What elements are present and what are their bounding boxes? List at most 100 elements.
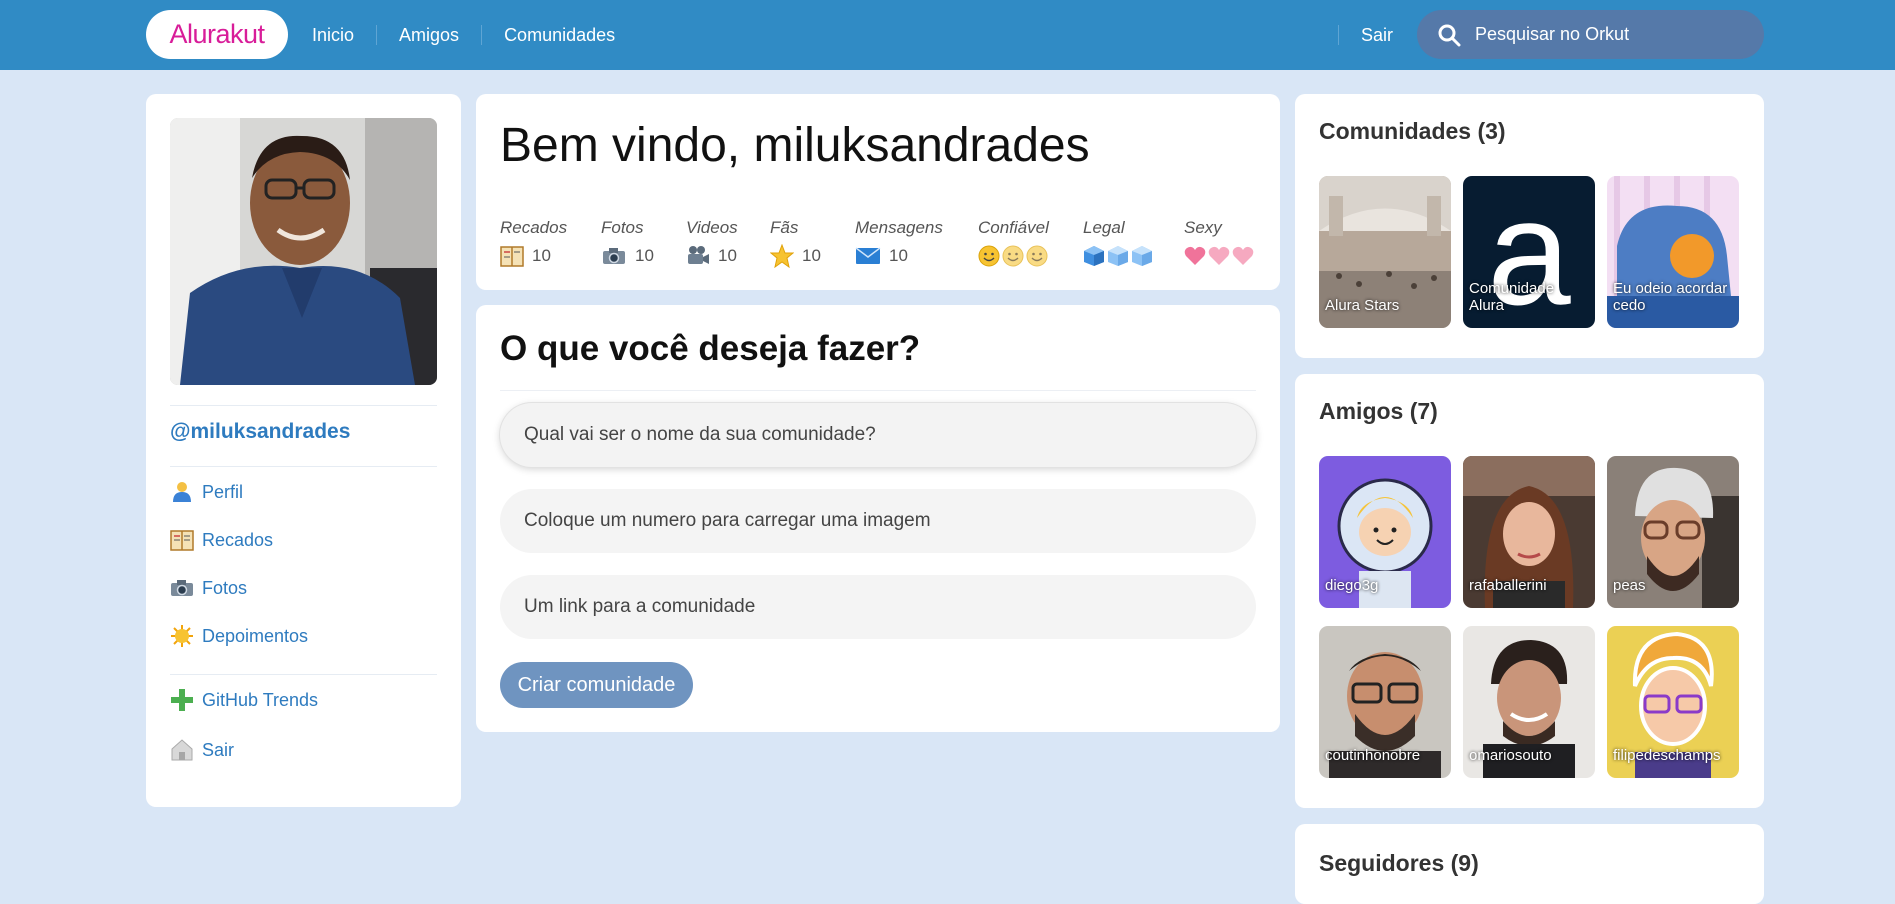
- stat-label: Legal: [1083, 218, 1125, 237]
- search-icon: [1438, 24, 1461, 46]
- divider: [500, 390, 1256, 391]
- camera-icon: [170, 576, 194, 600]
- profile-sidebar: @miluksandrades Perfil Recados Fotos Dep…: [146, 94, 461, 807]
- community-card[interactable]: Alura Stars: [1319, 176, 1451, 328]
- communities-box: Comunidades (3) Alura Stars a Comunidade…: [1295, 94, 1764, 358]
- form-title: O que você deseja fazer?: [500, 329, 921, 368]
- divider: [170, 466, 437, 467]
- stat-sexy: Sexy: [1184, 218, 1264, 270]
- community-link-input[interactable]: [500, 575, 1256, 639]
- book-icon: [500, 246, 524, 267]
- welcome-box: Bem vindo, miluksandrades Recados 10 Fot…: [476, 94, 1280, 290]
- community-name-input[interactable]: [500, 403, 1256, 467]
- menu-item-perfil[interactable]: Perfil: [170, 468, 308, 516]
- smiley-icon: [978, 245, 1000, 267]
- communities-title: Comunidades (3): [1319, 118, 1506, 144]
- stat-videos: Videos 10: [686, 218, 770, 270]
- menu-label-github-trends: GitHub Trends: [202, 689, 319, 710]
- menu-item-recados[interactable]: Recados: [170, 516, 308, 564]
- stat-label: Fotos: [601, 218, 644, 237]
- logout-nav: Sair: [1338, 0, 1415, 70]
- menu-item-fotos[interactable]: Fotos: [170, 564, 308, 612]
- stat-fotos: Fotos 10: [601, 218, 686, 270]
- stat-mensagens: Mensagens 10: [855, 218, 978, 270]
- stat-value: 10: [635, 246, 654, 265]
- smiley-icon: [1026, 245, 1048, 267]
- menu-item-github-trends[interactable]: GitHub Trends: [170, 674, 318, 726]
- friend-name: rafaballerini: [1469, 577, 1547, 594]
- friends-grid: diego3g rafaballerini peas coutinhonobre…: [1319, 456, 1739, 778]
- stat-confiavel: Confiável: [978, 218, 1083, 270]
- camera-icon: [603, 248, 625, 264]
- stat-recados: Recados 10: [500, 218, 601, 270]
- menu-item-sair[interactable]: Sair: [170, 726, 318, 774]
- logout-icon: [170, 738, 194, 762]
- stat-fas: Fãs 10: [770, 218, 855, 270]
- video-camera-icon: [688, 246, 709, 264]
- friend-name: omariosouto: [1469, 747, 1552, 764]
- profile-username[interactable]: @miluksandrades: [170, 420, 350, 444]
- ice-cube-icon: [1084, 246, 1104, 266]
- nav-comunidades[interactable]: Comunidades: [481, 25, 637, 45]
- search-input[interactable]: [1475, 24, 1735, 45]
- profile-avatar[interactable]: [170, 118, 437, 385]
- top-navbar: Alurakut Inicio Amigos Comunidades Sair: [0, 0, 1895, 70]
- community-card[interactable]: a Comunidade Alura: [1463, 176, 1595, 328]
- search-bar[interactable]: [1417, 10, 1764, 59]
- book-icon: [170, 528, 194, 552]
- stat-value: 10: [718, 246, 737, 265]
- profile-stats: Recados 10 Fotos 10 Videos 10 Fãs 10 Men…: [500, 218, 1264, 270]
- menu-label-sair: Sair: [202, 739, 235, 760]
- star-icon: [770, 244, 794, 268]
- smiley-icon: [1002, 245, 1024, 267]
- ice-cube-icon: [1132, 246, 1152, 266]
- nav-sair[interactable]: Sair: [1338, 25, 1415, 45]
- friend-card[interactable]: diego3g: [1319, 456, 1451, 608]
- friend-card[interactable]: omariosouto: [1463, 626, 1595, 778]
- menu-item-depoimentos[interactable]: Depoimentos: [170, 612, 308, 660]
- ice-cube-icon: [1108, 246, 1128, 266]
- community-name: Alura Stars: [1325, 297, 1400, 314]
- menu-label-depoimentos: Depoimentos: [202, 625, 309, 646]
- create-community-button[interactable]: Criar comunidade: [500, 662, 693, 708]
- heart-icon: [1208, 246, 1230, 265]
- alurakut-logo[interactable]: Alurakut: [146, 10, 288, 59]
- envelope-icon: [855, 247, 881, 264]
- friend-name: filipedeschamps: [1613, 747, 1721, 764]
- community-name: Eu odeio acordar cedo: [1613, 280, 1728, 314]
- heart-rating: [1184, 242, 1264, 270]
- smiley-rating: [978, 242, 1083, 270]
- stat-label: Fãs: [770, 218, 799, 237]
- friends-box: Amigos (7) diego3g rafaballerini peas co…: [1295, 374, 1764, 808]
- followers-box: Seguidores (9): [1295, 824, 1764, 904]
- nav-amigos[interactable]: Amigos: [376, 25, 481, 45]
- main-nav: Inicio Amigos Comunidades: [312, 0, 637, 70]
- friend-name: coutinhonobre: [1325, 747, 1421, 764]
- image-number-input[interactable]: [500, 489, 1256, 553]
- menu-label-perfil: Perfil: [202, 481, 244, 502]
- stat-value: 10: [802, 246, 821, 265]
- logo-text: Alurakut: [169, 19, 265, 49]
- friend-card[interactable]: coutinhonobre: [1319, 626, 1451, 778]
- ice-cube-rating: [1083, 242, 1184, 270]
- heart-icon: [1184, 246, 1206, 265]
- welcome-title: Bem vindo, miluksandrades: [500, 119, 1090, 172]
- stat-legal: Legal: [1083, 218, 1184, 270]
- stat-label: Confiável: [978, 218, 1049, 237]
- friend-card[interactable]: peas: [1607, 456, 1739, 608]
- friend-card[interactable]: filipedeschamps: [1607, 626, 1739, 778]
- user-icon: [170, 480, 194, 504]
- sun-icon: [170, 624, 194, 648]
- stat-label: Sexy: [1184, 218, 1222, 237]
- community-card[interactable]: Eu odeio acordar cedo: [1607, 176, 1739, 328]
- plus-icon: [170, 688, 194, 712]
- friend-card[interactable]: rafaballerini: [1463, 456, 1595, 608]
- divider: [170, 405, 437, 406]
- communities-grid: Alura Stars a Comunidade Alura Eu odeio …: [1319, 176, 1739, 328]
- heart-icon: [1232, 246, 1254, 265]
- nav-inicio[interactable]: Inicio: [312, 25, 376, 45]
- profile-menu: Perfil Recados Fotos Depoimentos: [170, 468, 308, 660]
- friend-name: diego3g: [1325, 577, 1379, 594]
- menu-label-fotos: Fotos: [202, 577, 248, 598]
- stat-label: Recados: [500, 218, 568, 237]
